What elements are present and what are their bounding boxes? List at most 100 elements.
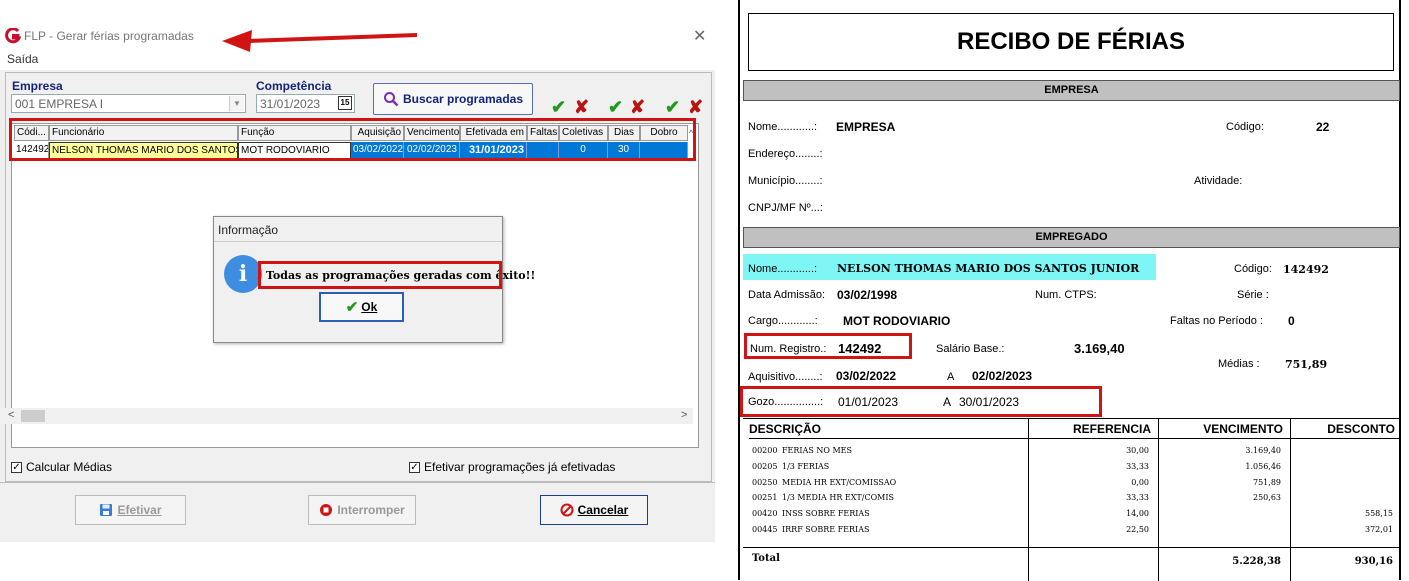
close-icon[interactable]: ✕ <box>693 26 706 46</box>
efetivar-button[interactable]: Efetivar <box>75 495 186 525</box>
scroll-left-icon[interactable]: < <box>8 409 14 421</box>
calcular-medias-checkbox[interactable]: ✓ <box>11 461 22 473</box>
row-ref: 33,33 <box>1126 462 1149 471</box>
row-venc: 3.169,40 <box>1245 446 1281 455</box>
codigo-label: Código: <box>1226 121 1264 133</box>
emp-codigo-value: 142492 <box>1283 263 1329 276</box>
th-referencia: REFERENCIA <box>1029 419 1159 439</box>
competencia-value: 31/01/2023 <box>260 97 321 111</box>
row-desc-val: 372,01 <box>1365 525 1393 534</box>
row-desc: 1/3 MEDIA HR EXT/COMIS <box>782 493 894 502</box>
row-desc: INSS SOBRE FERIAS <box>782 509 870 518</box>
cancelar-label: Cancelar <box>577 503 629 517</box>
row-code: 00445 <box>752 525 778 534</box>
interromper-button[interactable]: Interromper <box>308 495 416 525</box>
ok-button[interactable]: ✔ Ok <box>319 292 404 322</box>
calcular-medias-option[interactable]: ✓ Calcular Médias <box>11 460 112 474</box>
dialog-title: Informação <box>218 223 279 237</box>
empregado-header: EMPREGADO <box>743 227 1400 248</box>
uncheck-efetivadas-icon[interactable]: ✘ <box>688 97 703 118</box>
row-code: 00251 <box>752 493 778 502</box>
empresa-value: 001 EMPRESA I <box>15 97 104 111</box>
total-venc: 5.228,38 <box>1232 556 1281 567</box>
uncheck-selected-icon[interactable]: ✘ <box>630 97 645 118</box>
highlight-dialog-message <box>258 261 502 289</box>
menu-saida[interactable]: Saída <box>7 52 38 66</box>
competencia-label: Competência <box>256 79 332 93</box>
nome-label: Nome............: <box>748 121 818 133</box>
highlight-grid-row <box>9 118 696 161</box>
empresa-select[interactable]: 001 EMPRESA I ▼ <box>11 94 246 113</box>
efetivar-option[interactable]: ✓ Efetivar programações já efetivadas <box>409 460 615 474</box>
admissao-value: 03/02/1998 <box>837 288 898 302</box>
scroll-right-icon[interactable]: > <box>681 409 687 421</box>
info-icon: i <box>224 255 262 293</box>
buscar-label: Buscar programadas <box>402 92 524 106</box>
row-code: 00205 <box>752 462 778 471</box>
row-code: 00200 <box>752 446 778 455</box>
ctps-label: Num. CTPS: <box>1035 289 1097 301</box>
efetivar-checkbox[interactable]: ✓ <box>409 461 420 473</box>
scrollbar-thumb[interactable] <box>21 410 45 422</box>
aquisitivo-a-label: A <box>947 371 955 383</box>
empresa-label: Empresa <box>12 79 63 93</box>
highlight-gozo <box>740 386 1102 417</box>
interromper-label: Interromper <box>337 503 405 517</box>
save-icon <box>100 504 113 516</box>
municipio-label: Município........: <box>748 175 823 187</box>
row-ref: 30,00 <box>1126 446 1149 455</box>
faltas-label: Faltas no Período : <box>1170 315 1263 327</box>
th-desconto: DESCONTO <box>1291 419 1400 439</box>
chevron-down-icon[interactable]: ▼ <box>229 96 244 111</box>
aquisitivo-ate: 02/02/2023 <box>972 369 1033 383</box>
highlight-registro <box>744 333 912 359</box>
total-label: Total <box>752 553 780 564</box>
calendar-icon[interactable]: 15 <box>338 96 352 110</box>
check-efetivadas-icon[interactable]: ✔ <box>665 97 680 118</box>
check-selected-icon[interactable]: ✔ <box>608 97 623 118</box>
row-venc: 751,89 <box>1253 478 1281 487</box>
endereco-label: Endereço........: <box>748 148 823 160</box>
row-code: 00420 <box>752 509 778 518</box>
empresa-header: EMPRESA <box>743 80 1400 101</box>
buscar-programadas-button[interactable]: Buscar programadas <box>373 83 533 115</box>
emp-codigo-label: Código: <box>1234 263 1272 275</box>
recibo-ferias: RECIBO DE FÉRIAS EMPRESA Nome...........… <box>738 0 1401 581</box>
receipt-title-box: RECIBO DE FÉRIAS <box>748 13 1394 71</box>
horizontal-scrollbar[interactable]: < > <box>5 408 693 424</box>
row-ref: 14,00 <box>1126 509 1149 518</box>
row-ref: 33,33 <box>1126 493 1149 502</box>
window-title: FLP - Gerar férias programadas <box>24 29 194 43</box>
atividade-label: Atividade: <box>1194 175 1243 187</box>
emp-nome-value: NELSON THOMAS MARIO DOS SANTOS JUNIOR <box>837 262 1140 275</box>
aquisitivo-label: Aquisitivo........: <box>748 371 823 383</box>
row-desc: 1/3 FERIAS <box>782 462 830 471</box>
medias-value: 751,89 <box>1285 358 1328 371</box>
salario-label: Salário Base.: <box>936 343 1005 355</box>
annotation-arrow-icon <box>222 30 418 52</box>
competencia-input[interactable]: 31/01/2023 15 <box>256 94 355 113</box>
search-icon <box>383 92 399 107</box>
calcular-medias-label: Calcular Médias <box>26 460 113 474</box>
verbas-table: DESCRIÇÃO REFERENCIA VENCIMENTO DESCONTO… <box>743 418 1400 581</box>
row-desc: FERIAS NO MES <box>782 446 852 455</box>
cancel-icon <box>560 503 574 517</box>
footer-divider <box>0 482 715 483</box>
nome-value: EMPRESA <box>836 120 896 134</box>
dialog-divider <box>214 241 502 242</box>
row-desc-val: 558,15 <box>1365 509 1393 518</box>
emp-nome-label: Nome............: <box>748 263 818 275</box>
check-icon: ✔ <box>345 299 359 316</box>
row-ref: 0,00 <box>1131 478 1149 487</box>
salario-value: 3.169,40 <box>1074 341 1125 356</box>
row-desc: IRRF SOBRE FERIAS <box>782 525 870 534</box>
receipt-title: RECIBO DE FÉRIAS <box>956 28 1186 55</box>
aquisitivo-de: 03/02/2022 <box>836 369 897 383</box>
codigo-value: 22 <box>1316 120 1330 134</box>
check-all-icon[interactable]: ✔ <box>551 97 566 118</box>
cancelar-button[interactable]: Cancelar <box>540 495 648 525</box>
flp-logo-icon <box>5 28 21 44</box>
uncheck-all-icon[interactable]: ✘ <box>574 97 589 118</box>
row-desc: MEDIA HR EXT/COMISSAO <box>782 478 897 487</box>
total-desc: 930,16 <box>1354 556 1393 567</box>
